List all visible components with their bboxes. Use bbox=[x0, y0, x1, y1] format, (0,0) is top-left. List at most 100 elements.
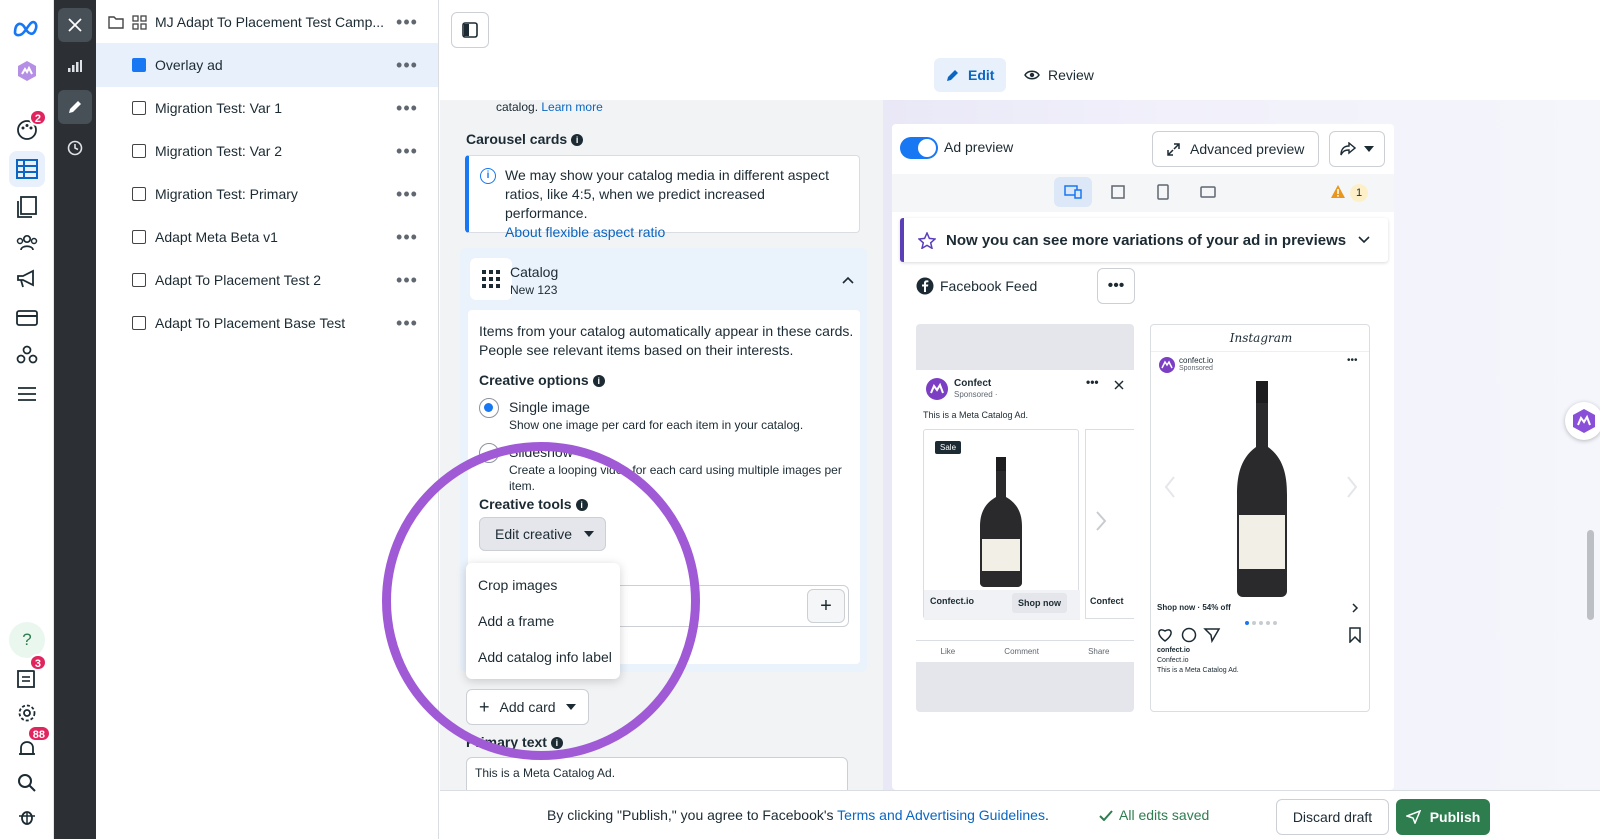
menu-icon[interactable] bbox=[9, 376, 45, 412]
more-options-icon[interactable]: ••• bbox=[394, 228, 420, 246]
tree-item[interactable]: Migration Test: Var 2 ••• bbox=[96, 129, 438, 173]
landscape-format-icon[interactable] bbox=[1189, 177, 1227, 207]
square-format-icon[interactable] bbox=[1099, 177, 1137, 207]
sidebar-toggle-icon bbox=[462, 22, 478, 38]
tree-item[interactable]: Adapt To Placement Base Test ••• bbox=[96, 301, 438, 345]
megaphone-icon[interactable] bbox=[9, 261, 45, 297]
info-icon[interactable]: i bbox=[571, 134, 584, 147]
single-image-radio[interactable] bbox=[479, 398, 499, 418]
tab-edit[interactable]: Edit bbox=[934, 58, 1007, 92]
slideshow-radio[interactable] bbox=[479, 443, 499, 463]
device-selector: 1 bbox=[892, 174, 1394, 212]
bug-icon[interactable] bbox=[9, 798, 45, 834]
tree-item-campaign[interactable]: MJ Adapt To Placement Test Camp... ••• bbox=[96, 0, 438, 44]
chevron-up-icon[interactable] bbox=[842, 276, 854, 284]
ig-brand: Confect.io bbox=[1157, 657, 1189, 664]
aspect-ratio-notice: i We may show your catalog media in diff… bbox=[465, 155, 860, 240]
confect-launcher[interactable] bbox=[1565, 402, 1600, 440]
billing-icon[interactable] bbox=[9, 300, 45, 336]
catalog-title: Catalog bbox=[510, 264, 559, 280]
more-options-icon[interactable]: ••• bbox=[394, 271, 420, 289]
creative-options-heading: Creative options i bbox=[479, 371, 605, 390]
publish-button[interactable]: Publish bbox=[1396, 799, 1490, 835]
bar-chart-icon[interactable] bbox=[58, 49, 92, 83]
more-options-icon[interactable]: ••• bbox=[394, 185, 420, 203]
placement-options-button[interactable]: ••• bbox=[1097, 268, 1135, 304]
tree-item-label: Adapt To Placement Test 2 bbox=[155, 272, 322, 288]
ad-preview-toggle[interactable] bbox=[900, 137, 938, 159]
desktop-mobile-icon[interactable] bbox=[1054, 177, 1092, 207]
more-options-icon[interactable]: ••• bbox=[394, 314, 420, 332]
tab-review[interactable]: Review bbox=[1012, 58, 1106, 92]
palette-icon[interactable]: 2 bbox=[9, 109, 47, 148]
more-options-icon[interactable]: ••• bbox=[394, 142, 420, 160]
terms-link[interactable]: Terms and Advertising Guidelines bbox=[837, 807, 1045, 823]
discard-draft-button[interactable]: Discard draft bbox=[1276, 799, 1389, 835]
more-options-icon[interactable]: ••• bbox=[394, 99, 420, 117]
ad-preview-panel: Ad preview Advanced preview 1 Now you ca… bbox=[892, 124, 1394, 790]
grid-icon bbox=[132, 14, 147, 30]
publish-label: Publish bbox=[1429, 809, 1481, 825]
advanced-preview-button[interactable]: Advanced preview bbox=[1152, 131, 1320, 167]
reports-icon[interactable]: 3 bbox=[9, 654, 47, 696]
flexible-aspect-ratio-link[interactable]: About flexible aspect ratio bbox=[505, 223, 845, 242]
confect-logo-icon[interactable] bbox=[9, 53, 45, 89]
add-card-button[interactable]: + Add card bbox=[466, 689, 589, 725]
help-icon[interactable]: ? bbox=[9, 622, 45, 658]
info-icon[interactable]: i bbox=[575, 499, 588, 512]
variations-banner[interactable]: Now you can see more variations of your … bbox=[900, 218, 1388, 262]
catalog-header[interactable]: Catalog New 123 bbox=[460, 248, 867, 310]
more-options-icon[interactable]: ••• bbox=[394, 13, 420, 31]
more-options-icon[interactable]: ••• bbox=[394, 56, 420, 74]
pencil-icon[interactable] bbox=[58, 90, 92, 124]
tree-item[interactable]: Adapt To Placement Test 2 ••• bbox=[96, 258, 438, 302]
pages-icon[interactable] bbox=[9, 189, 45, 225]
creative-options-title: Creative options bbox=[479, 372, 589, 388]
share-menu-button[interactable] bbox=[1329, 131, 1385, 167]
fb-actions: Like Comment Share bbox=[916, 640, 1134, 662]
catalog-note: catalog. Learn more bbox=[496, 100, 603, 114]
tree-item[interactable]: Migration Test: Primary ••• bbox=[96, 172, 438, 216]
placement-label: Facebook Feed bbox=[940, 278, 1038, 294]
collapse-panel-button[interactable] bbox=[451, 12, 489, 48]
catalog-grid-icon bbox=[470, 258, 512, 300]
fb-more-icon: ••• bbox=[1086, 375, 1099, 389]
primary-text-input[interactable]: This is a Meta Catalog Ad. bbox=[466, 757, 848, 790]
table-icon[interactable] bbox=[9, 151, 45, 187]
tree-item[interactable]: Migration Test: Var 1 ••• bbox=[96, 86, 438, 130]
learn-more-link[interactable]: Learn more bbox=[541, 100, 602, 114]
tree-item[interactable]: Adapt Meta Beta v1 ••• bbox=[96, 215, 438, 259]
ig-prev-icon bbox=[1164, 476, 1175, 498]
edit-creative-label: Edit creative bbox=[495, 525, 573, 542]
edit-creative-dropdown[interactable]: Edit creative bbox=[479, 517, 606, 551]
ad-icon bbox=[132, 230, 146, 244]
ad-form: catalog. Learn more Carousel cards i i We… bbox=[440, 100, 883, 790]
menu-item-crop-images[interactable]: Crop images bbox=[466, 567, 620, 603]
add-field-plus-button[interactable]: + bbox=[807, 589, 845, 623]
tree-item-overlay-ad[interactable]: Overlay ad ••• bbox=[96, 43, 438, 87]
scrollbar[interactable] bbox=[1587, 530, 1594, 620]
checkmark-icon bbox=[1099, 809, 1113, 821]
ig-pagination-dots bbox=[1245, 621, 1277, 625]
share-icon bbox=[1340, 142, 1356, 156]
history-clock-icon[interactable] bbox=[58, 131, 92, 165]
audience-icon[interactable] bbox=[9, 225, 45, 261]
info-icon[interactable]: i bbox=[592, 375, 605, 388]
close-icon[interactable] bbox=[58, 8, 92, 42]
tab-edit-label: Edit bbox=[968, 67, 995, 83]
vertical-format-icon[interactable] bbox=[1144, 177, 1182, 207]
menu-item-add-frame[interactable]: Add a frame bbox=[466, 603, 620, 639]
business-suite-icon[interactable] bbox=[9, 337, 45, 373]
menu-item-add-catalog-info-label[interactable]: Add catalog info label bbox=[466, 639, 620, 675]
search-icon[interactable] bbox=[9, 765, 45, 801]
add-card-label: Add card bbox=[499, 699, 556, 715]
warning-icon[interactable] bbox=[1330, 184, 1346, 199]
save-status-text: All edits saved bbox=[1119, 807, 1210, 823]
editor-topbar: Edit Review bbox=[440, 0, 1600, 100]
meta-logo-icon[interactable] bbox=[9, 10, 45, 46]
fb-brand-name: Confect bbox=[954, 378, 992, 389]
info-icon[interactable]: i bbox=[550, 737, 563, 750]
plus-icon: + bbox=[479, 696, 490, 717]
fb-post: Confect Sponsored · ••• This is a Meta C… bbox=[916, 370, 1134, 640]
bell-icon[interactable]: 88 bbox=[9, 725, 51, 767]
